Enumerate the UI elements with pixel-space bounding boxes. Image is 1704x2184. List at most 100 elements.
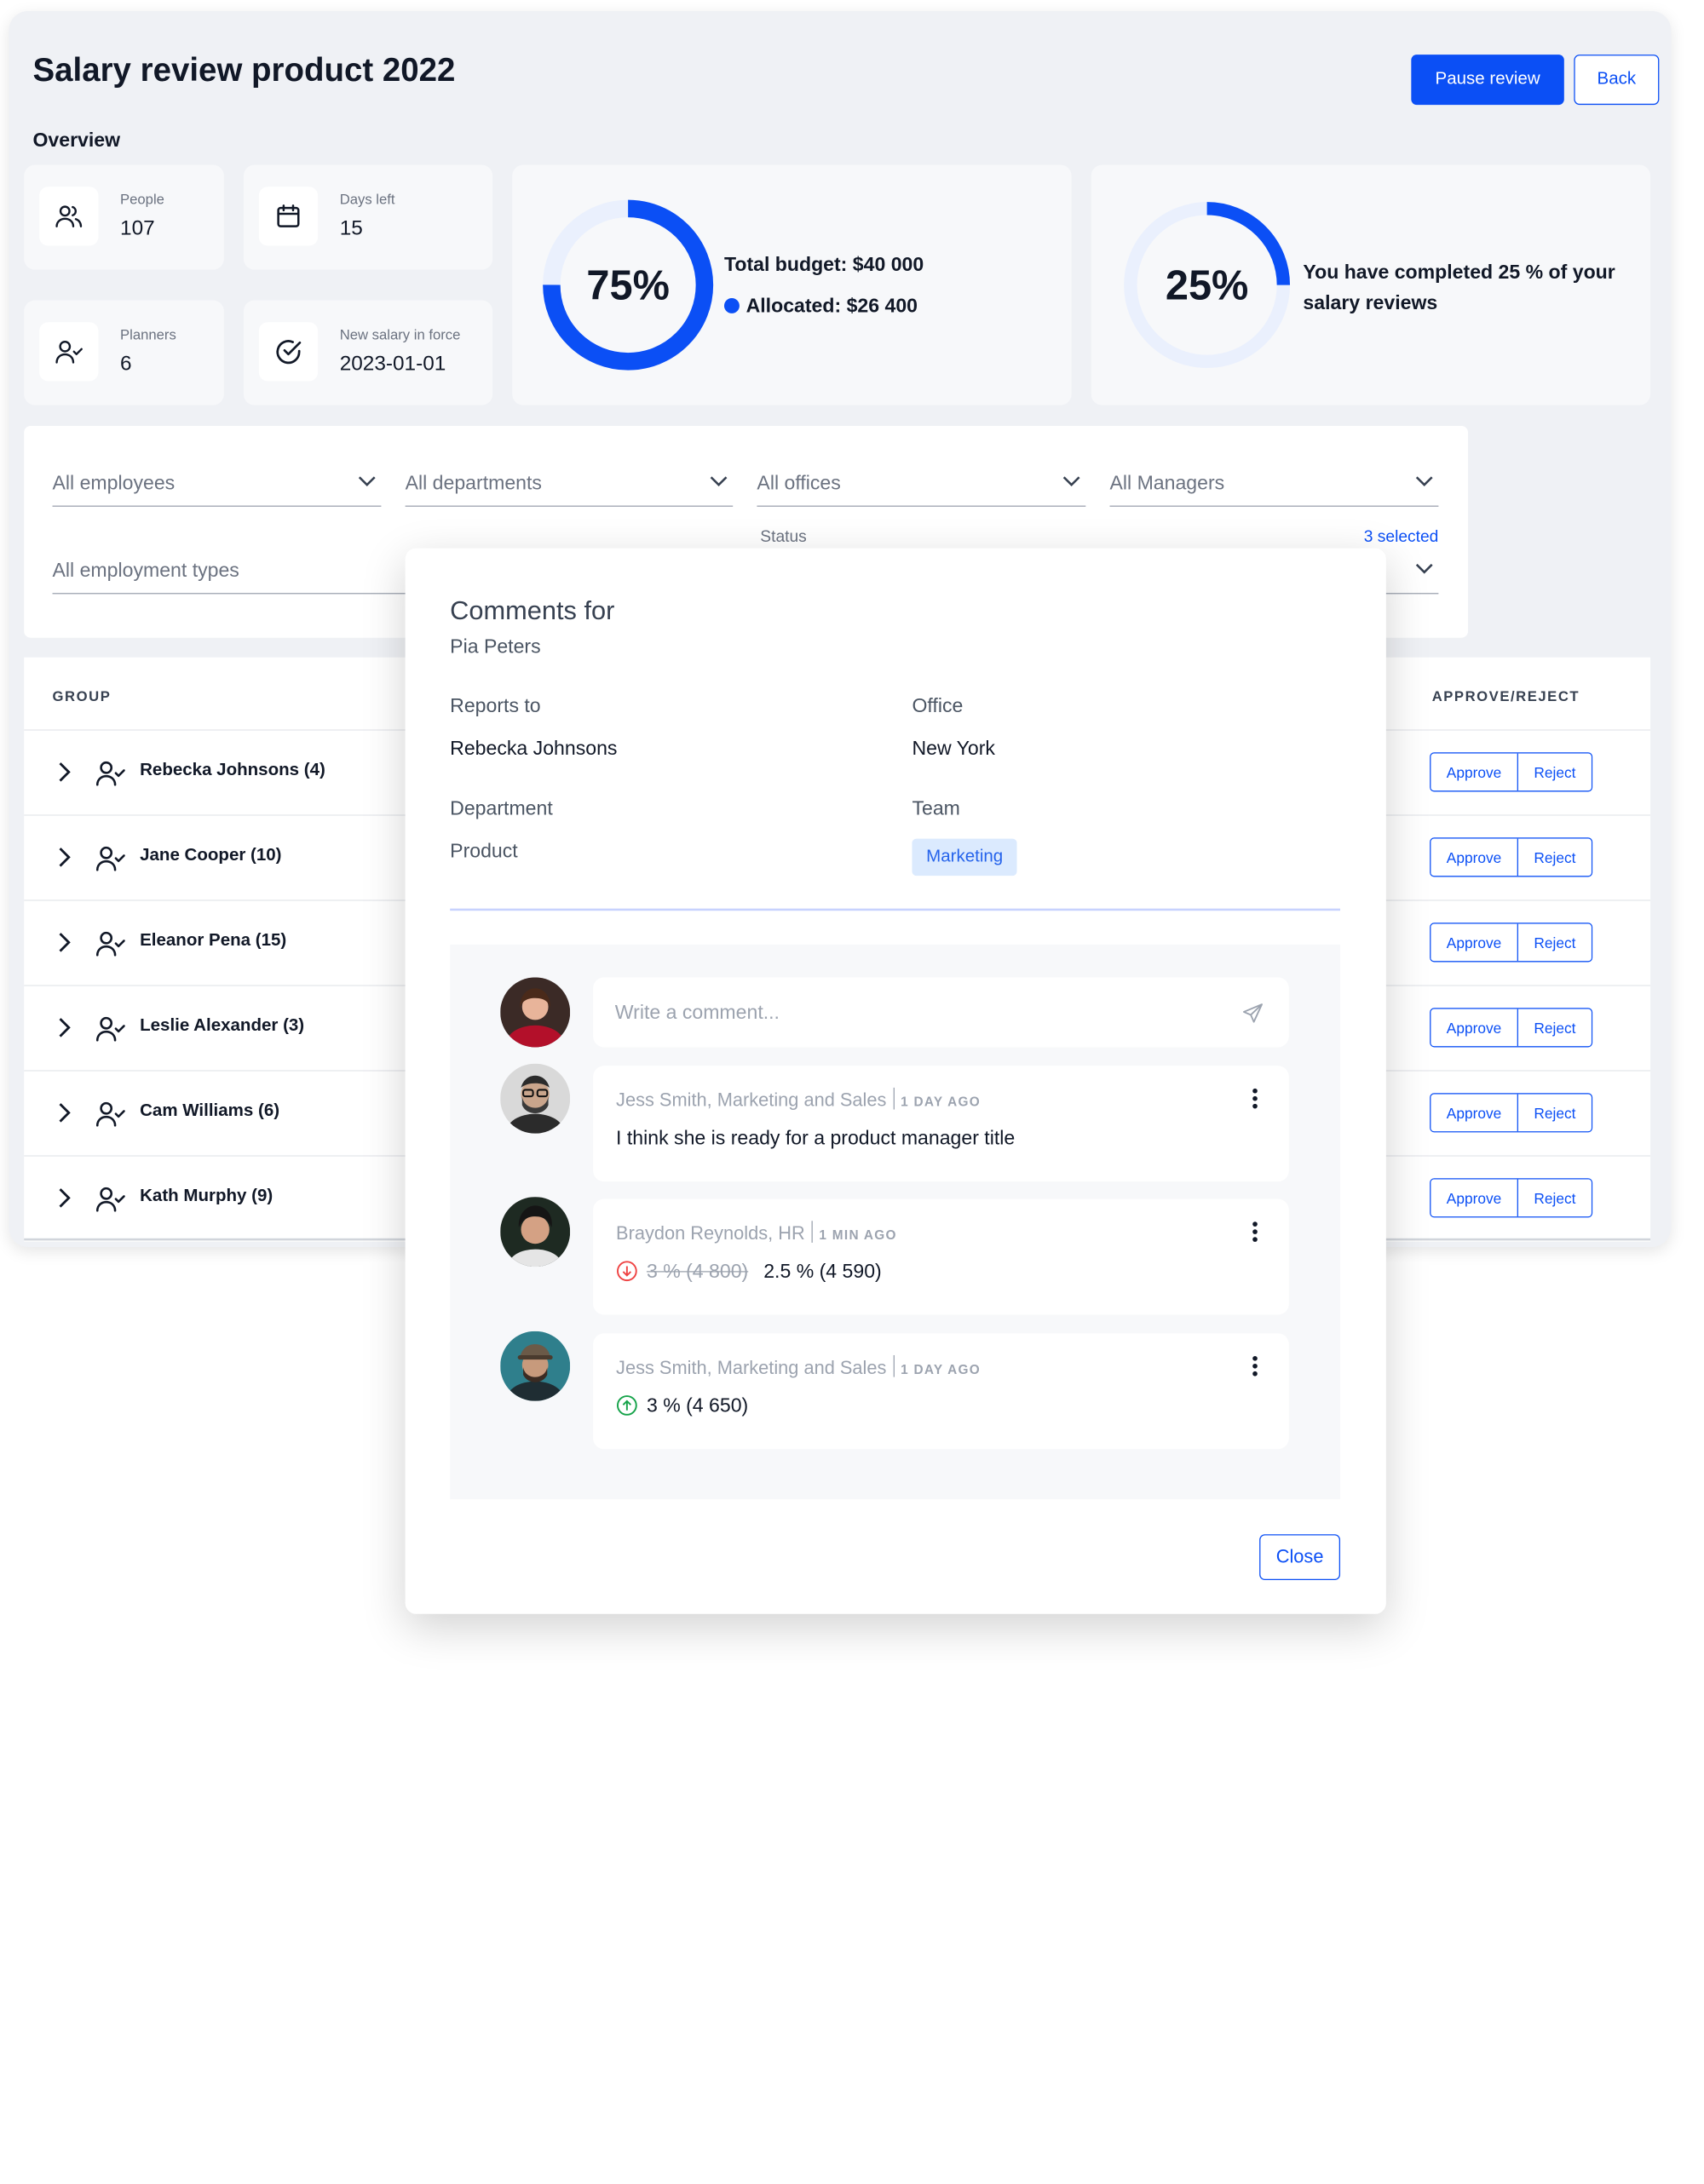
send-icon[interactable] — [1241, 1002, 1264, 1026]
office-value: New York — [912, 737, 995, 759]
allocated-budget: Allocated: $26 400 — [746, 295, 918, 317]
user-check-icon — [95, 1016, 125, 1042]
approve-button[interactable]: Approve — [1431, 1009, 1518, 1047]
comment-author-line: Braydon Reynolds, HR 1 MIN AGO — [616, 1221, 897, 1244]
reject-button[interactable]: Reject — [1517, 923, 1592, 962]
department-label: Department — [450, 796, 553, 819]
commenter-avatar — [500, 1331, 571, 1401]
close-button[interactable]: Close — [1259, 1534, 1341, 1581]
comment-author-line: Jess Smith, Marketing and Sales 1 DAY AGO — [616, 1087, 981, 1112]
stat-value: 15 — [339, 217, 363, 241]
approve-button[interactable]: Approve — [1431, 753, 1518, 791]
user-check-icon — [39, 322, 99, 382]
stat-card-new-salary: New salary in force 2023-01-01 — [243, 300, 493, 405]
allocated-line: Allocated: $26 400 — [723, 295, 918, 318]
chevron-right-icon[interactable] — [57, 1102, 72, 1124]
arrow-up-circle-icon — [617, 1395, 637, 1416]
separator — [893, 1087, 895, 1110]
reject-button[interactable]: Reject — [1517, 1094, 1592, 1132]
chevron-down-icon — [358, 476, 376, 487]
managers-select-value: All Managers — [1109, 471, 1225, 494]
separator — [893, 1354, 895, 1377]
departments-select[interactable]: All departments — [405, 458, 734, 507]
modal-title: Comments for — [450, 595, 615, 626]
total-budget: Total budget: $40 000 — [723, 253, 924, 276]
back-button[interactable]: Back — [1574, 55, 1660, 106]
stat-value: 6 — [120, 353, 132, 376]
reject-button[interactable]: Reject — [1517, 1179, 1592, 1217]
budget-card: 75% Total budget: $40 000 Allocated: $26… — [512, 164, 1072, 405]
approve-button[interactable]: Approve — [1431, 923, 1518, 962]
comment-card: Jess Smith, Marketing and Sales 1 DAY AGO… — [593, 1333, 1289, 1450]
user-check-icon — [95, 761, 125, 786]
chevron-right-icon[interactable] — [57, 1187, 72, 1210]
status-selected-count[interactable]: 3 selected — [1310, 527, 1439, 546]
comment-author-line: Jess Smith, Marketing and Sales 1 DAY AGO — [616, 1354, 981, 1379]
chevron-right-icon[interactable] — [57, 847, 72, 869]
comment-time: 1 DAY AGO — [901, 1361, 981, 1377]
status-label: Status — [760, 527, 807, 546]
comment-input[interactable] — [593, 977, 1289, 1048]
approve-reject-group: Approve Reject — [1430, 1093, 1593, 1133]
group-name: Eleanor Pena (15) — [140, 931, 287, 951]
modal-subject-name: Pia Peters — [450, 635, 541, 658]
group-name: Cam Williams (6) — [140, 1101, 280, 1121]
page-title: Salary review product 2022 — [32, 52, 456, 89]
employment-types-select[interactable]: All employment types — [52, 546, 406, 595]
comment-author: Braydon Reynolds, HR — [616, 1222, 805, 1244]
stat-value: 107 — [120, 217, 155, 241]
reject-button[interactable]: Reject — [1517, 838, 1592, 876]
comment-time: 1 MIN AGO — [819, 1227, 897, 1243]
approve-button[interactable]: Approve — [1431, 1179, 1518, 1217]
offices-select[interactable]: All offices — [757, 458, 1086, 507]
column-header-approve-reject: APPROVE/REJECT — [1431, 687, 1580, 704]
more-vertical-icon[interactable] — [1248, 1085, 1261, 1112]
stat-value: 2023-01-01 — [339, 353, 446, 376]
stat-card-people: People 107 — [24, 164, 224, 270]
comment-author: Jess Smith, Marketing and Sales — [616, 1089, 887, 1111]
status-select[interactable] — [1384, 546, 1439, 595]
comments-modal: Comments for Pia Peters Reports to Rebec… — [405, 548, 1386, 1614]
app-root: Salary review product 2022 Pause review … — [0, 0, 1704, 2184]
salary-change-line: 3 % (4 650) — [616, 1394, 748, 1417]
reject-button[interactable]: Reject — [1517, 753, 1592, 791]
pause-review-button[interactable]: Pause review — [1411, 55, 1564, 106]
group-name: Kath Murphy (9) — [140, 1187, 273, 1206]
group-name: Rebecka Johnsons (4) — [140, 761, 325, 780]
approve-reject-group: Approve Reject — [1430, 1008, 1593, 1048]
chevron-down-icon — [1415, 476, 1433, 487]
new-proposal: 3 % (4 650) — [646, 1394, 749, 1417]
chevron-right-icon[interactable] — [57, 932, 72, 954]
column-header-group: GROUP — [52, 687, 112, 704]
approve-reject-group: Approve Reject — [1430, 922, 1593, 963]
more-vertical-icon[interactable] — [1248, 1353, 1261, 1379]
employees-select[interactable]: All employees — [52, 458, 382, 507]
stat-card-planners: Planners 6 — [24, 300, 224, 405]
user-check-icon — [95, 931, 125, 957]
chevron-down-icon — [1062, 476, 1080, 487]
new-proposal: 2.5 % (4 590) — [763, 1260, 882, 1283]
people-icon — [39, 187, 99, 246]
more-vertical-icon[interactable] — [1248, 1219, 1261, 1245]
reject-button[interactable]: Reject — [1517, 1009, 1592, 1047]
approve-reject-group: Approve Reject — [1430, 752, 1593, 792]
approve-button[interactable]: Approve — [1431, 838, 1518, 876]
chevron-right-icon[interactable] — [57, 762, 72, 784]
chevron-right-icon[interactable] — [57, 1017, 72, 1039]
approve-button[interactable]: Approve — [1431, 1094, 1518, 1132]
managers-select[interactable]: All Managers — [1109, 458, 1439, 507]
user-check-icon — [95, 1187, 125, 1212]
stat-label: New salary in force — [339, 326, 461, 343]
arrow-down-circle-icon — [617, 1261, 637, 1282]
stat-label: People — [120, 191, 164, 208]
approve-reject-group: Approve Reject — [1430, 1178, 1593, 1218]
completion-card: 25% You have completed 25 % of your sala… — [1091, 164, 1651, 405]
completion-text: You have completed 25 % of your salary r… — [1303, 261, 1615, 313]
comment-author: Jess Smith, Marketing and Sales — [616, 1357, 887, 1378]
stat-card-days-left: Days left 15 — [243, 164, 493, 270]
allocated-dot — [723, 297, 740, 313]
user-check-icon — [95, 846, 125, 871]
completion-percent: 25% — [1165, 262, 1249, 309]
stat-label: Planners — [120, 326, 176, 343]
calendar-icon — [258, 187, 319, 246]
